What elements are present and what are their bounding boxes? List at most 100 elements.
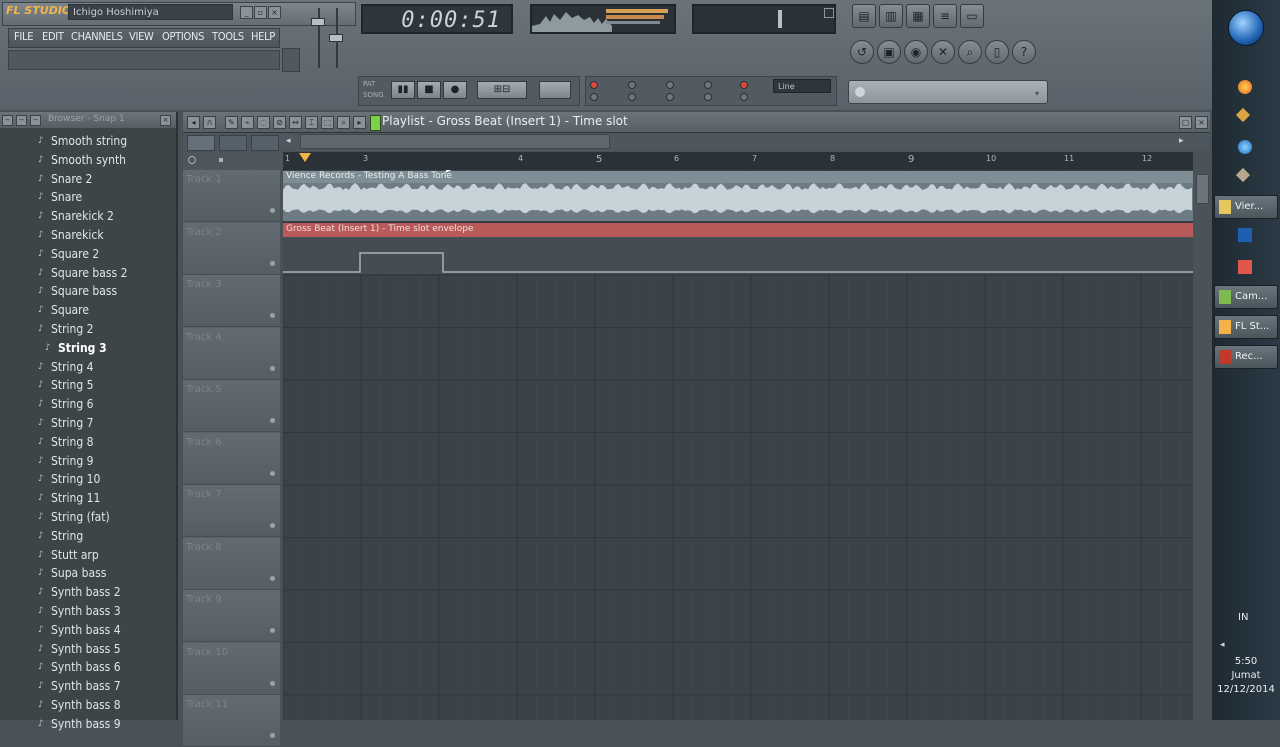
browser-item[interactable]: ♪ Square bass 2 xyxy=(0,264,174,283)
horizontal-scrollbar-thumb[interactable] xyxy=(300,134,610,149)
ie-icon[interactable] xyxy=(1238,140,1252,154)
snap-magnet-icon[interactable]: ∩ xyxy=(203,116,216,129)
browser-item[interactable]: ♪ String 2 xyxy=(0,320,174,339)
tempo-display[interactable]: ⊞⊟ xyxy=(477,81,527,99)
hint-search-box[interactable]: ▾ xyxy=(848,80,1048,104)
vertical-scrollbar[interactable] xyxy=(1193,152,1210,720)
track-led[interactable] xyxy=(270,418,275,423)
mode-led[interactable] xyxy=(628,81,636,89)
undo-icon[interactable]: ↺ xyxy=(850,40,874,64)
playhead-marker-icon[interactable] xyxy=(299,153,311,162)
restore-icon[interactable]: ▫ xyxy=(254,6,267,19)
timeline-ruler[interactable]: 1 3 4 5 6 7 8 9 10 11 12 xyxy=(283,152,1193,170)
close-icon[interactable]: × xyxy=(1195,116,1208,129)
browser-item[interactable]: ♪ Snarekick xyxy=(0,226,174,245)
browser-item[interactable]: ♪ Snare xyxy=(0,188,174,207)
mute-tool-icon[interactable]: ⊘ xyxy=(273,116,286,129)
browser-item[interactable]: ♪ Smooth synth xyxy=(0,151,174,170)
browser-item[interactable]: ♪ Smooth string xyxy=(0,132,174,151)
taskbar-button[interactable]: Rec... xyxy=(1214,345,1278,369)
dropdown-icon[interactable]: ▾ xyxy=(1035,89,1039,98)
mode-led[interactable] xyxy=(666,81,674,89)
track-led[interactable] xyxy=(270,260,275,266)
browser-item[interactable]: ♪ Synth bass 3 xyxy=(0,602,174,621)
browser-item[interactable]: ♪ Synth bass 5 xyxy=(0,640,174,659)
browser-item[interactable]: ♪ String 8 xyxy=(0,433,174,452)
menu-options[interactable]: OPTIONS xyxy=(162,30,204,43)
track-header[interactable]: Track 2 xyxy=(183,222,280,275)
close-icon[interactable]: × xyxy=(160,115,171,126)
track-header[interactable]: Track 9 xyxy=(183,590,280,642)
language-indicator[interactable]: IN xyxy=(1238,612,1248,623)
browser-item[interactable]: ♪ Square xyxy=(0,301,174,320)
playlist-title[interactable]: Playlist - Gross Beat (Insert 1) - Time … xyxy=(382,114,628,128)
browser-item[interactable]: ♪ Synth bass 9 xyxy=(0,715,174,734)
help-icon[interactable]: ? xyxy=(1012,40,1036,64)
envelope-body[interactable] xyxy=(283,237,1193,274)
word-icon[interactable] xyxy=(1238,228,1252,242)
browser-item[interactable]: ♪ Square bass xyxy=(0,282,174,301)
collapse-icon[interactable]: − xyxy=(30,115,41,126)
track-option-toggle[interactable] xyxy=(188,156,196,164)
maximize-icon[interactable]: ▢ xyxy=(1179,116,1192,129)
channel-rack-icon[interactable]: ▦ xyxy=(906,4,930,28)
audio-clip[interactable]: Vience Records - Testing A Bass Tone xyxy=(283,171,1193,221)
pinned-app-icon[interactable] xyxy=(1238,260,1252,274)
taskbar-button[interactable]: FL St... xyxy=(1214,315,1278,339)
browser-item[interactable]: ♪ String 6 xyxy=(0,395,174,414)
tray-expand-icon[interactable]: ◂ xyxy=(1220,640,1225,650)
browser-item[interactable]: ♪ String (fat) xyxy=(0,508,174,527)
browser-item[interactable]: ♪ String 5 xyxy=(0,376,174,395)
playlist-menu-icon[interactable]: ◂ xyxy=(187,116,200,129)
cut-icon[interactable]: ✕ xyxy=(931,40,955,64)
browser-item[interactable]: ♪ Supa bass xyxy=(0,564,174,583)
playlist-active-led[interactable] xyxy=(370,115,381,131)
fl-studio-logo[interactable]: FL STUDIO xyxy=(6,4,71,17)
browser-item[interactable]: ♪ String 11 xyxy=(0,489,174,508)
browser-item[interactable]: ♪ Synth bass 7 xyxy=(0,677,174,696)
track-led[interactable] xyxy=(270,628,275,633)
browser-item[interactable]: ♪ String 4 xyxy=(0,358,174,377)
scroll-right-icon[interactable]: ▸ xyxy=(1179,136,1184,146)
track-header[interactable]: Track 1 xyxy=(183,170,280,222)
stop-button[interactable]: ■ xyxy=(417,81,441,99)
menu-tools[interactable]: TOOLS xyxy=(212,30,244,43)
browser-item[interactable]: ♪ Synth bass 6 xyxy=(0,658,174,677)
browser-item[interactable]: ♪ Stutt arp xyxy=(0,546,174,565)
track-led[interactable] xyxy=(270,680,275,686)
playlist-window-icon[interactable]: ▤ xyxy=(852,4,876,28)
track-led[interactable] xyxy=(270,313,275,318)
draw-tool-icon[interactable]: ✎ xyxy=(225,116,238,129)
mode-led[interactable] xyxy=(666,93,674,101)
close-icon[interactable]: × xyxy=(268,6,281,19)
playlist-grid[interactable]: Vience Records - Testing A Bass Tone Gro… xyxy=(283,170,1193,720)
play-button[interactable]: ▮▮ xyxy=(391,81,415,99)
browser-item[interactable]: ♪ String 7 xyxy=(0,414,174,433)
envelope-clip[interactable]: Gross Beat (Insert 1) - Time slot envelo… xyxy=(283,223,1193,237)
playback-tool-icon[interactable]: ▸ xyxy=(353,116,366,129)
chrome-icon[interactable] xyxy=(1238,80,1252,94)
pattern-picker[interactable] xyxy=(251,135,279,151)
record-led[interactable] xyxy=(590,81,598,89)
snap-select[interactable]: Line xyxy=(773,79,831,93)
zoom-tool-icon[interactable]: ⌕ xyxy=(337,116,350,129)
record-led[interactable] xyxy=(740,81,748,89)
save-icon[interactable]: ▣ xyxy=(877,40,901,64)
track-header[interactable]: Track 8 xyxy=(183,537,280,590)
track-led[interactable] xyxy=(270,470,275,476)
mode-led[interactable] xyxy=(590,93,598,101)
menu-file[interactable]: FILE xyxy=(14,30,33,43)
system-clock[interactable]: 5:50 Jumat 12/12/2014 xyxy=(1212,655,1280,697)
collapse-icon[interactable]: − xyxy=(16,115,27,126)
browser-item[interactable]: ♪ Synth bass 2 xyxy=(0,583,174,602)
browser-item[interactable]: ♪ Snare 2 xyxy=(0,170,174,189)
master-volume-slider[interactable] xyxy=(306,4,343,70)
browser-item[interactable]: ♪ Synth bass 8 xyxy=(0,696,174,715)
track-led[interactable] xyxy=(270,365,275,371)
clipboard-icon[interactable]: ▯ xyxy=(985,40,1009,64)
mixer-icon[interactable]: ≡ xyxy=(933,4,957,28)
browser-item[interactable]: ♪ String xyxy=(0,527,174,546)
track-header[interactable]: Track 4 xyxy=(183,327,280,380)
browser-item[interactable]: ♪ Synth bass 4 xyxy=(0,621,174,640)
mode-led[interactable] xyxy=(628,93,636,101)
